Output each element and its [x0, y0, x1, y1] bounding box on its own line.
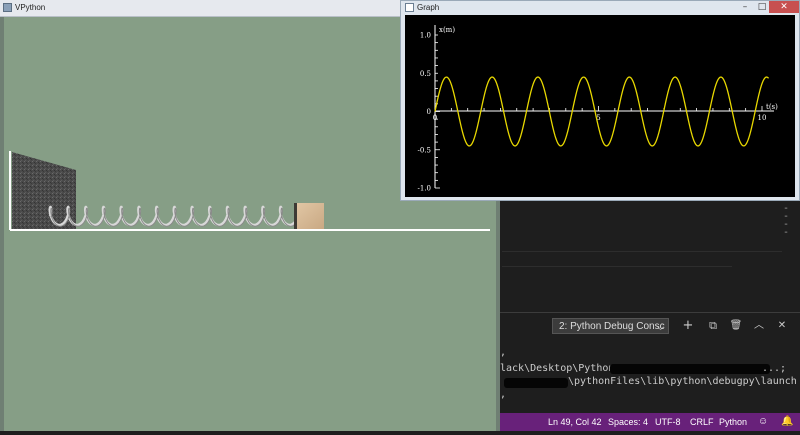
language-mode[interactable]: Python: [719, 413, 747, 431]
y-tick-label: 0: [427, 108, 431, 116]
terminal-line: ,: [500, 389, 507, 400]
trash-icon[interactable]: 🗑: [728, 318, 744, 334]
y-tick-label: -1.0: [418, 185, 432, 193]
y-tick-label: -0.5: [418, 146, 432, 154]
terminal-line: \pythonFiles\lib\python\debugpy\launch: [568, 376, 797, 387]
x-axis: [434, 106, 774, 112]
redaction-bar: [610, 364, 770, 374]
close-button[interactable]: ✕: [769, 1, 799, 13]
redaction-bar: [504, 378, 568, 388]
minimize-button[interactable]: –: [737, 1, 753, 13]
x-tick-label: 0: [433, 114, 437, 122]
terminal-line: lack\Desktop\Python\: [500, 363, 621, 374]
mass-block-edge: [294, 203, 297, 229]
app-icon: [3, 3, 12, 12]
terminal-panel: 2: Python Debug Consc ⌵ + ⧉ 🗑 ︿ ✕ , lack…: [500, 312, 800, 414]
oscillation-chart: x(m) t(s) 1.0 0.5 0 -0.5 -1.0 0 5 10: [418, 25, 778, 193]
maximize-panel-button[interactable]: ︿: [751, 318, 767, 334]
feedback-icon[interactable]: ☺: [758, 413, 768, 431]
chevron-down-icon: ⌵: [657, 322, 664, 332]
close-panel-button[interactable]: ✕: [774, 318, 790, 334]
app-icon: [405, 3, 414, 12]
scrollbar-indicator[interactable]: ----: [783, 204, 793, 245]
terminal-line: ,: [500, 347, 507, 358]
x-axis-label: t(s): [766, 103, 778, 111]
vpython-title: VPython: [15, 3, 46, 12]
editor-divider: [502, 266, 732, 267]
y-axis-label: x(m): [439, 26, 455, 34]
maximize-button[interactable]: □: [754, 1, 770, 13]
add-terminal-button[interactable]: +: [680, 318, 696, 334]
graph-titlebar[interactable]: Graph – □ ✕: [401, 1, 799, 15]
indentation-status[interactable]: Spaces: 4: [608, 413, 648, 431]
graph-window: Graph – □ ✕ x(m) t(s) 1.0 0.5 0 -0.5 -1.…: [400, 0, 800, 201]
terminal-line-tail: ...;: [762, 363, 787, 374]
encoding-status[interactable]: UTF-8: [655, 413, 681, 431]
y-tick-label: 0.5: [420, 70, 431, 78]
bell-icon[interactable]: 🔔: [781, 413, 793, 431]
graph-canvas[interactable]: x(m) t(s) 1.0 0.5 0 -0.5 -1.0 0 5 10: [405, 15, 795, 197]
x-tick-label: 10: [758, 114, 767, 122]
editor-divider: [502, 251, 782, 252]
terminal-selector-label: 2: Python Debug Consc: [559, 321, 665, 332]
graph-title: Graph: [417, 3, 440, 12]
mass-block: [294, 203, 324, 229]
y-tick-label: 1.0: [420, 32, 431, 40]
cursor-position[interactable]: Ln 49, Col 42: [548, 413, 602, 431]
terminal-selector[interactable]: 2: Python Debug Consc ⌵: [552, 318, 669, 334]
split-terminal-button[interactable]: ⧉: [705, 318, 721, 334]
status-bar: Ln 49, Col 42 Spaces: 4 UTF-8 CRLF Pytho…: [500, 413, 800, 431]
eol-status[interactable]: CRLF: [690, 413, 714, 431]
